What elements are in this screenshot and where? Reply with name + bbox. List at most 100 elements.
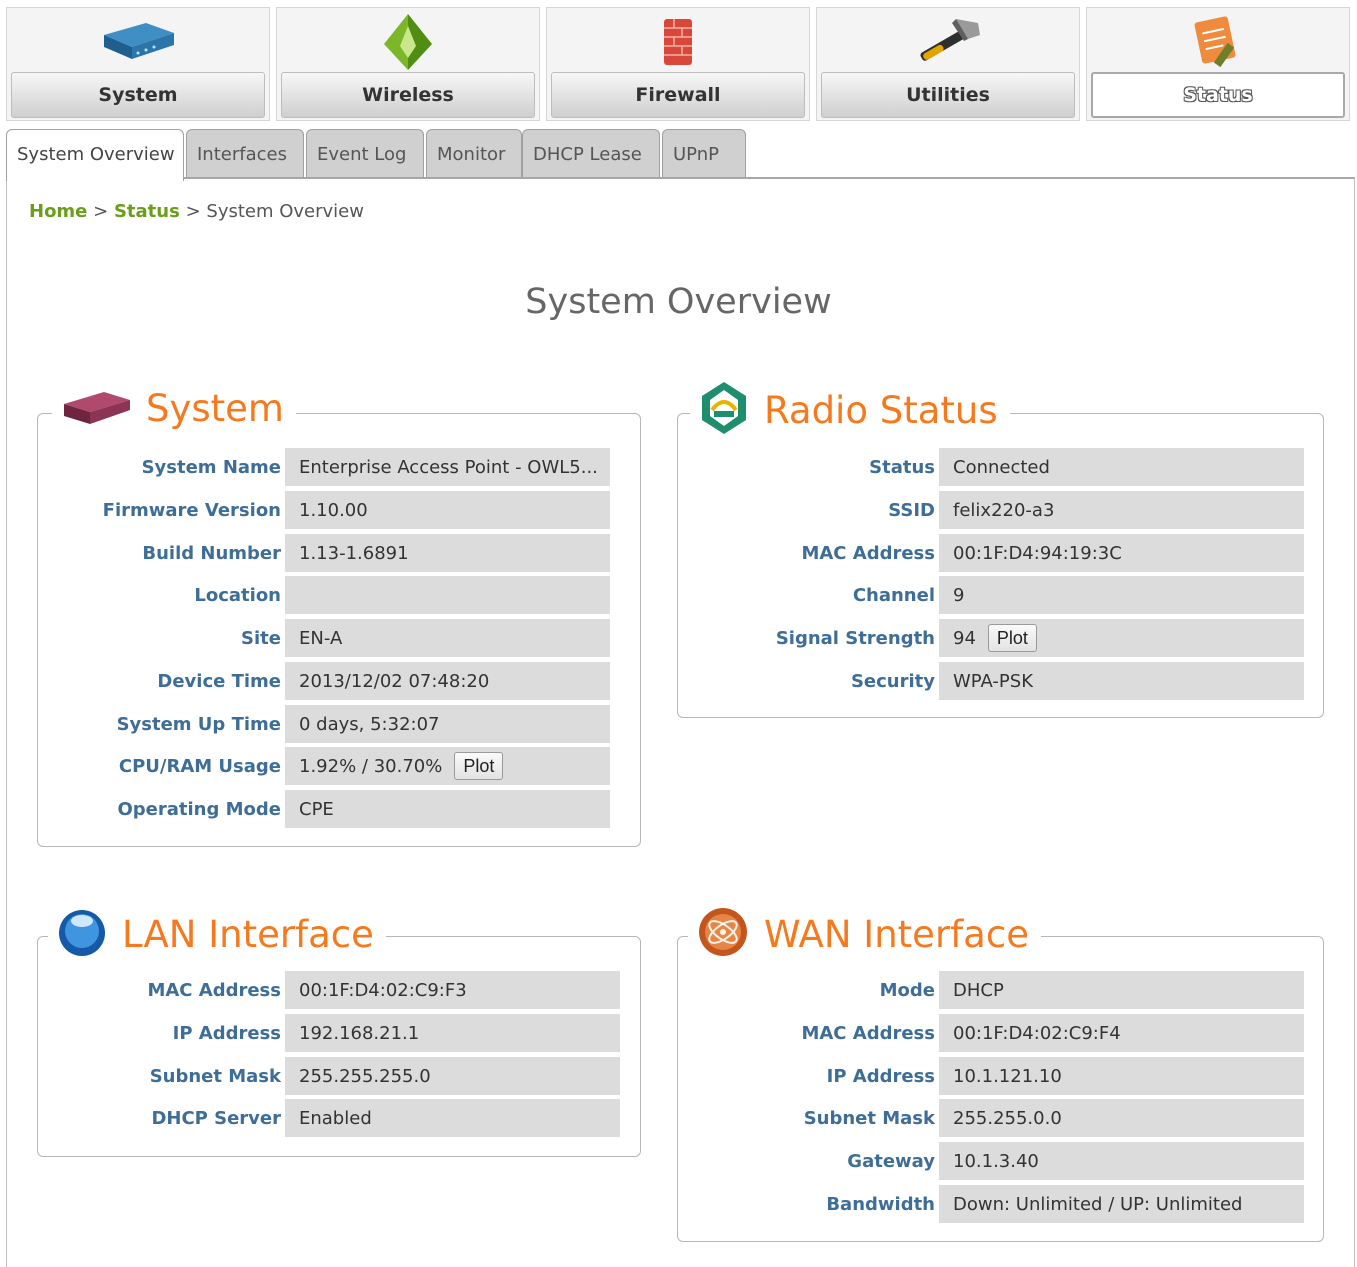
field-label: Security	[850, 670, 935, 692]
radio-antenna-icon	[698, 380, 750, 440]
field-value: 9	[939, 576, 1304, 614]
field-value: 2013/12/02 07:48:20	[285, 662, 610, 700]
system-row-system-name: System Name Enterprise Access Point - OWL…	[37, 448, 610, 486]
field-value-text: 94	[953, 627, 976, 649]
field-value-text: Down: Unlimited / UP: Unlimited	[953, 1193, 1243, 1215]
nav-status[interactable]: Status	[1086, 7, 1350, 121]
field-label: Device Time	[157, 670, 281, 692]
breadcrumb-status[interactable]: Status	[114, 201, 180, 222]
wan-panel-header: WAN Interface	[688, 905, 1041, 963]
field-value-text: Enterprise Access Point - OWL5...	[299, 456, 598, 478]
field-label: MAC Address	[147, 979, 281, 1001]
field-value: 10.1.121.10	[939, 1057, 1304, 1095]
field-value-text: 10.1.121.10	[953, 1065, 1062, 1087]
field-label: SSID	[888, 499, 935, 521]
field-label: Subnet Mask	[803, 1107, 935, 1129]
lan-row-ip-address: IP Address 192.168.21.1	[37, 1014, 620, 1052]
field-value-text: Connected	[953, 456, 1050, 478]
router-icon	[60, 384, 132, 432]
field-value: Enabled	[285, 1099, 620, 1137]
nav-status-label[interactable]: Status	[1091, 72, 1345, 118]
plot-button[interactable]: Plot	[987, 624, 1037, 652]
field-value: 1.92% / 30.70% Plot	[285, 747, 610, 785]
radio-row-status: Status Connected	[677, 448, 1304, 486]
router-icon	[7, 12, 269, 72]
nav-system[interactable]: System	[6, 7, 270, 121]
tab-dhcp-lease[interactable]: DHCP Lease	[522, 129, 660, 179]
system-row-cpu-ram-usage: CPU/RAM Usage 1.92% / 30.70% Plot	[37, 747, 610, 785]
plot-button[interactable]: Plot	[454, 752, 504, 780]
breadcrumb-home[interactable]: Home	[29, 201, 87, 222]
field-value: 255.255.0.0	[939, 1099, 1304, 1137]
field-value-text: 2013/12/02 07:48:20	[299, 670, 490, 692]
field-value: Connected	[939, 448, 1304, 486]
field-value-text: DHCP	[953, 979, 1004, 1001]
system-row-device-time: Device Time 2013/12/02 07:48:20	[37, 662, 610, 700]
field-value: Enterprise Access Point - OWL5...	[285, 448, 610, 486]
wan-panel-title: WAN Interface	[764, 912, 1029, 956]
hammer-icon	[817, 12, 1079, 72]
lan-row-subnet-mask: Subnet Mask 255.255.255.0	[37, 1057, 620, 1095]
field-value-text: 0 days, 5:32:07	[299, 713, 440, 735]
field-value: 192.168.21.1	[285, 1014, 620, 1052]
field-value-text: EN-A	[299, 627, 343, 649]
field-label: Channel	[852, 584, 935, 606]
field-value: 00:1F:D4:94:19:3C	[939, 534, 1304, 572]
field-label: Firmware Version	[102, 499, 281, 521]
radio-row-mac-address: MAC Address 00:1F:D4:94:19:3C	[677, 534, 1304, 572]
breadcrumb-current: System Overview	[206, 201, 364, 222]
field-label: Site	[241, 627, 281, 649]
field-label: MAC Address	[801, 542, 935, 564]
field-label: DHCP Server	[151, 1107, 281, 1129]
field-label: Gateway	[847, 1150, 935, 1172]
field-value-text: felix220-a3	[953, 499, 1055, 521]
lan-row-mac-address: MAC Address 00:1F:D4:02:C9:F3	[37, 971, 620, 1009]
field-label: Build Number	[142, 542, 281, 564]
nav-firewall-label[interactable]: Firewall	[551, 72, 805, 118]
system-panel-title: System	[146, 386, 284, 430]
system-row-system-up-time: System Up Time 0 days, 5:32:07	[37, 705, 610, 743]
wireless-pyramid-icon	[277, 12, 539, 72]
field-value-text: 00:1F:D4:02:C9:F4	[953, 1022, 1121, 1044]
nav-wireless[interactable]: Wireless	[276, 7, 540, 121]
system-row-site: Site EN-A	[37, 619, 610, 657]
lan-row-dhcp-server: DHCP Server Enabled	[37, 1099, 620, 1137]
field-label: Location	[194, 584, 281, 606]
breadcrumb-separator: >	[93, 201, 109, 222]
field-value: felix220-a3	[939, 491, 1304, 529]
nav-wireless-label[interactable]: Wireless	[281, 72, 535, 118]
field-value: DHCP	[939, 971, 1304, 1009]
field-value: 0 days, 5:32:07	[285, 705, 610, 743]
field-value: 00:1F:D4:02:C9:F4	[939, 1014, 1304, 1052]
field-value: 10.1.3.40	[939, 1142, 1304, 1180]
tab-event-log[interactable]: Event Log	[306, 129, 424, 179]
orbit-globe-icon	[696, 905, 750, 963]
tab-system-overview[interactable]: System Overview	[6, 129, 184, 181]
field-label: Signal Strength	[775, 627, 935, 649]
field-value	[285, 576, 610, 614]
field-value: 1.13-1.6891	[285, 534, 610, 572]
tab-interfaces[interactable]: Interfaces	[186, 129, 304, 179]
nav-firewall[interactable]: Firewall	[546, 7, 810, 121]
field-value-text: WPA-PSK	[953, 670, 1033, 692]
globe-orb-icon	[56, 905, 108, 963]
wan-row-ip-address: IP Address 10.1.121.10	[677, 1057, 1304, 1095]
field-value-text: 1.10.00	[299, 499, 368, 521]
clipboard-pencil-icon	[1087, 12, 1349, 72]
breadcrumb: Home > Status > System Overview	[29, 201, 364, 222]
nav-utilities-label[interactable]: Utilities	[821, 72, 1075, 118]
nav-utilities[interactable]: Utilities	[816, 7, 1080, 121]
page-title: System Overview	[525, 282, 832, 322]
nav-system-label[interactable]: System	[11, 72, 265, 118]
field-label: Operating Mode	[117, 798, 281, 820]
wan-row-subnet-mask: Subnet Mask 255.255.0.0	[677, 1099, 1304, 1137]
tab-monitor[interactable]: Monitor	[426, 129, 522, 179]
field-value-text: 192.168.21.1	[299, 1022, 420, 1044]
field-value-text: 255.255.0.0	[953, 1107, 1062, 1129]
radio-row-ssid: SSID felix220-a3	[677, 491, 1304, 529]
tab-upnp[interactable]: UPnP	[662, 129, 746, 179]
field-value: CPE	[285, 790, 610, 828]
field-label: IP Address	[826, 1065, 935, 1087]
wan-row-mac-address: MAC Address 00:1F:D4:02:C9:F4	[677, 1014, 1304, 1052]
radio-row-channel: Channel 9	[677, 576, 1304, 614]
